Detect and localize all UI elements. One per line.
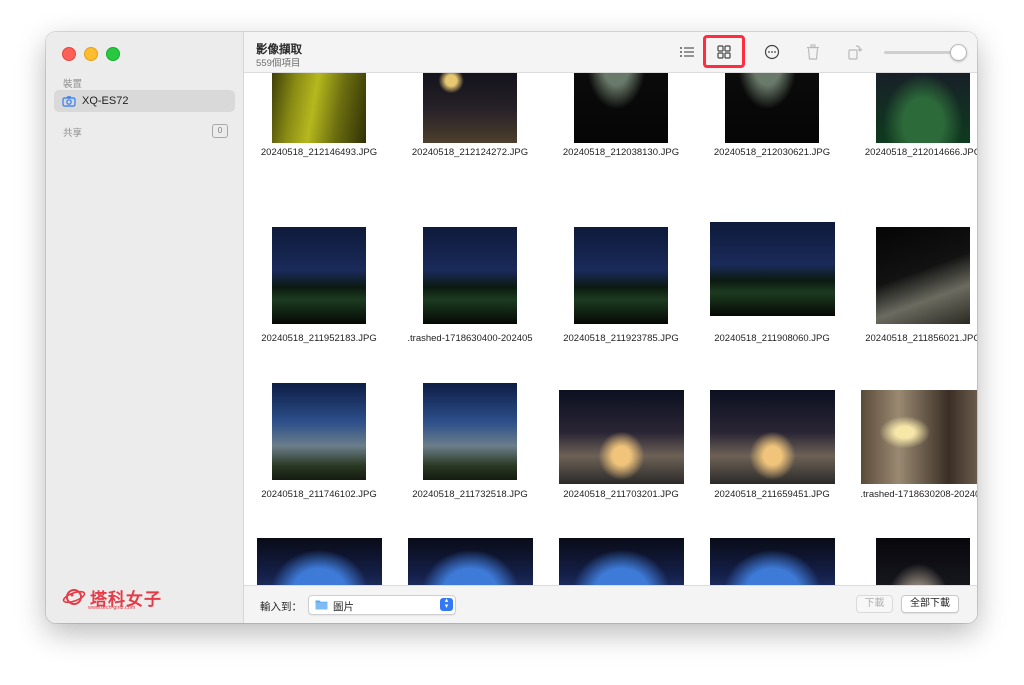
- photo-filename: 20240518_212124272.JPG: [411, 147, 529, 158]
- photo-filename: 20240518_211659451.JPG: [714, 489, 830, 500]
- devices-section-label: 裝置: [63, 79, 83, 90]
- photo-filename: .trashed-1718630208-202405: [860, 489, 977, 500]
- photo-item[interactable]: [546, 518, 696, 585]
- photo-item[interactable]: 20240518_211856021.JPG: [848, 206, 977, 344]
- grid-view-button[interactable]: [713, 41, 735, 63]
- photo-thumbnail[interactable]: [876, 538, 970, 585]
- photo-thumbnail[interactable]: [860, 390, 977, 484]
- folder-icon: [315, 600, 328, 610]
- photo-item[interactable]: [697, 518, 847, 585]
- logo-url: www.tech-girlz.com: [88, 605, 136, 611]
- photo-item[interactable]: 20240518_212146493.JPG: [244, 73, 394, 211]
- photo-thumbnail[interactable]: [558, 538, 684, 585]
- ellipsis-circle-icon: [764, 44, 780, 60]
- minimize-button[interactable]: [84, 47, 98, 61]
- download-all-button[interactable]: 全部下載: [901, 595, 959, 613]
- sidebar: 裝置 XQ-ES72 共享 0 塔科女子 www.tech-girlz.com: [46, 32, 244, 623]
- zoom-button[interactable]: [106, 47, 120, 61]
- photo-item[interactable]: 20240518_211703201.JPG: [546, 362, 696, 500]
- rotate-icon: [848, 45, 863, 60]
- planet-logo-icon: [62, 589, 86, 605]
- photo-thumbnail[interactable]: [574, 227, 668, 324]
- sidebar-item-device[interactable]: XQ-ES72: [54, 90, 235, 112]
- item-count: 559個項目: [256, 58, 301, 69]
- photo-item[interactable]: 20240518_211923785.JPG: [546, 206, 696, 344]
- photo-thumbnail[interactable]: [876, 73, 970, 143]
- photo-item[interactable]: 20240518_212124272.JPG: [395, 73, 545, 211]
- delete-button[interactable]: [802, 41, 824, 63]
- photo-filename: 20240518_211732518.JPG: [412, 489, 528, 500]
- photo-thumbnail[interactable]: [272, 73, 366, 143]
- photo-filename: 20240518_211908060.JPG: [714, 333, 830, 344]
- photo-item[interactable]: [395, 518, 545, 585]
- destination-name: 圖片: [333, 601, 354, 613]
- photo-thumbnail[interactable]: [272, 383, 366, 480]
- photo-item[interactable]: 20240518_211908060.JPG: [697, 206, 847, 344]
- photo-filename: 20240518_211952183.JPG: [261, 333, 377, 344]
- list-view-button[interactable]: [676, 41, 698, 63]
- photo-item[interactable]: 20240518_211732518.JPG: [395, 362, 545, 500]
- photo-thumbnail[interactable]: [407, 538, 533, 585]
- photo-item[interactable]: 20240518_212014666.JPG: [848, 73, 977, 211]
- close-button[interactable]: [62, 47, 76, 61]
- camera-icon: [62, 96, 76, 107]
- thumbnail-size-slider[interactable]: [950, 44, 967, 61]
- photo-item[interactable]: .trashed-1718630400-202405: [395, 206, 545, 344]
- watermark-logo: 塔科女子 www.tech-girlz.com: [62, 584, 162, 611]
- photo-thumbnail[interactable]: [423, 227, 517, 324]
- photo-filename: 20240518_212038130.JPG: [562, 147, 680, 158]
- photo-filename: 20240518_212146493.JPG: [260, 147, 378, 158]
- shared-section-label: 共享: [63, 128, 83, 139]
- image-capture-window: 裝置 XQ-ES72 共享 0 塔科女子 www.tech-girlz.com …: [46, 32, 977, 623]
- photo-item[interactable]: .trashed-1718630208-202405: [848, 362, 977, 500]
- photo-thumbnail[interactable]: [574, 73, 668, 143]
- shared-count-badge: 0: [212, 124, 228, 138]
- photo-item[interactable]: 20240518_212038130.JPG: [546, 73, 696, 211]
- grid-icon: [717, 45, 731, 59]
- photo-item[interactable]: [848, 518, 977, 585]
- photo-thumbnail[interactable]: [709, 390, 835, 484]
- photo-grid: 20240518_212146493.JPG 20240518_212124272…: [244, 73, 977, 585]
- photo-filename: 20240518_211746102.JPG: [261, 489, 377, 500]
- photo-thumbnail[interactable]: [709, 538, 835, 585]
- photo-filename: 20240518_211703201.JPG: [563, 489, 679, 500]
- photo-item[interactable]: 20240518_211952183.JPG: [244, 206, 394, 344]
- photo-filename: 20240518_211923785.JPG: [563, 333, 679, 344]
- photo-filename: 20240518_211856021.JPG: [865, 333, 977, 344]
- photo-thumbnail[interactable]: [558, 390, 684, 484]
- rotate-button[interactable]: [844, 41, 866, 63]
- photo-filename: .trashed-1718630400-202405: [407, 333, 533, 344]
- photo-thumbnail[interactable]: [256, 538, 382, 585]
- download-button[interactable]: 下載: [856, 595, 893, 613]
- main-content: 影像擷取 559個項目 20240518_212146493.JPG 20240…: [244, 32, 977, 623]
- photo-thumbnail[interactable]: [272, 227, 366, 324]
- photo-item[interactable]: [244, 518, 394, 585]
- chevron-updown-icon: ▴ ▾: [440, 597, 453, 611]
- destination-select[interactable]: 圖片 ▴ ▾: [308, 595, 456, 615]
- list-icon: [680, 47, 694, 57]
- photo-thumbnail[interactable]: [709, 222, 835, 316]
- toolbar: 影像擷取 559個項目: [244, 32, 977, 73]
- photo-thumbnail[interactable]: [876, 227, 970, 324]
- photo-thumbnail[interactable]: [725, 73, 819, 143]
- photo-item[interactable]: 20240518_211746102.JPG: [244, 362, 394, 500]
- photo-item[interactable]: 20240518_212030621.JPG: [697, 73, 847, 211]
- device-name: XQ-ES72: [82, 95, 129, 107]
- photo-filename: 20240518_212030621.JPG: [713, 147, 831, 158]
- photo-thumbnail[interactable]: [423, 73, 517, 143]
- trash-icon: [807, 44, 819, 60]
- import-to-label: 輸入到：: [260, 601, 302, 613]
- photo-item[interactable]: 20240518_211659451.JPG: [697, 362, 847, 500]
- photo-thumbnail[interactable]: [423, 383, 517, 480]
- footer-bar: 輸入到： 圖片 ▴ ▾ 下載 全部下載: [244, 585, 977, 623]
- more-button[interactable]: [761, 41, 783, 63]
- window-controls: [62, 47, 120, 61]
- photo-filename: 20240518_212014666.JPG: [864, 147, 977, 158]
